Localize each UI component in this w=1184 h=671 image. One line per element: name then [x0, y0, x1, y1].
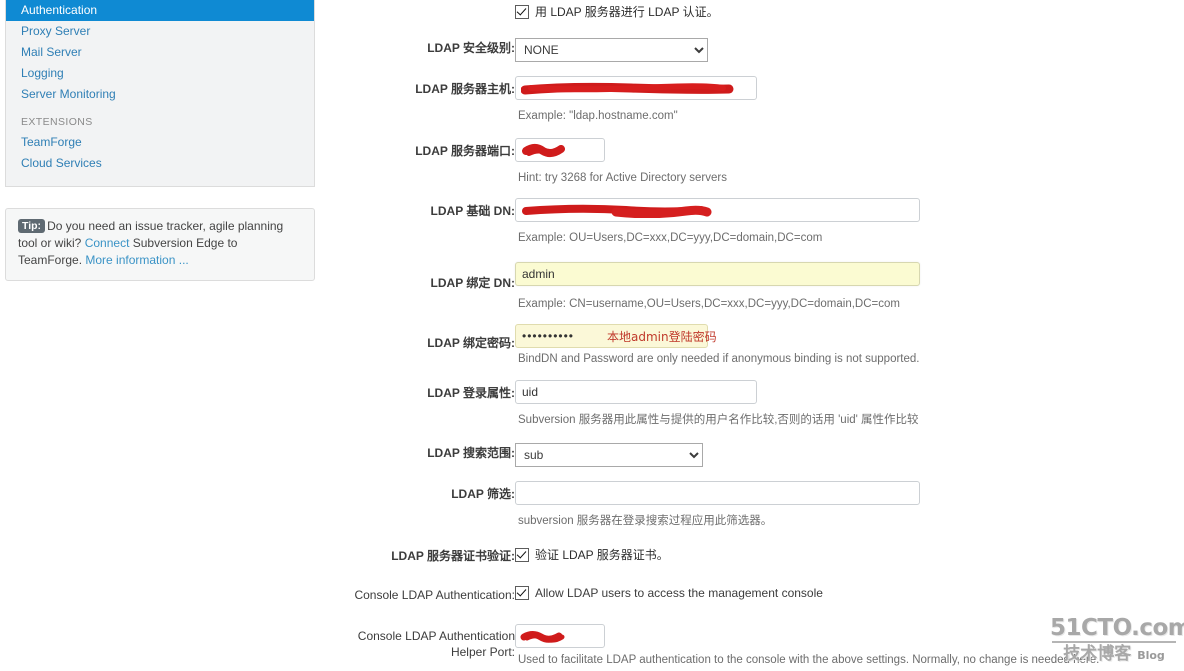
- bind-password-annotation: 本地admin登陆密码: [607, 330, 717, 344]
- console-helper-port-label: Console LDAP Authentication Helper Port:: [215, 628, 515, 660]
- server-port-label: LDAP 服务器端口:: [415, 144, 515, 158]
- bind-password-control: 本地admin登陆密码: [515, 324, 717, 348]
- checkbox-icon: [515, 586, 529, 600]
- filter-label: LDAP 筛选:: [451, 487, 515, 501]
- console-helper-port-help: Used to facilitate LDAP authentication t…: [518, 654, 1100, 666]
- cert-validation-checkbox[interactable]: 验证 LDAP 服务器证书。: [515, 546, 669, 563]
- sidebar-item-proxy-server[interactable]: Proxy Server: [6, 21, 314, 42]
- filter-input[interactable]: [515, 481, 920, 505]
- console-helper-port-input[interactable]: [515, 624, 605, 648]
- bind-password-help: BindDN and Password are only needed if a…: [518, 353, 920, 365]
- filter-help: subversion 服务器在登录搜索过程应用此筛选器。: [518, 515, 773, 527]
- console-auth-checkbox[interactable]: Allow LDAP users to access the managemen…: [515, 586, 823, 600]
- login-attribute-help: Subversion 服务器用此属性与提供的用户名作比较,否则的话用 'uid'…: [518, 414, 919, 426]
- cert-validation-checkbox-label: 验证 LDAP 服务器证书。: [535, 548, 669, 562]
- sidebar-bottom-spacer: [6, 174, 314, 186]
- console-auth-checkbox-label: Allow LDAP users to access the managemen…: [535, 586, 823, 600]
- server-port-input[interactable]: [515, 138, 605, 162]
- base-dn-control: [515, 198, 920, 222]
- console-auth-label: Console LDAP Authentication:: [354, 588, 515, 602]
- login-attribute-input[interactable]: [515, 380, 757, 404]
- server-host-help: Example: "ldap.hostname.com": [518, 110, 678, 122]
- search-scope-select[interactable]: sub: [515, 443, 703, 467]
- bind-dn-help: Example: CN=username,OU=Users,DC=xxx,DC=…: [518, 298, 900, 310]
- checkbox-icon: [515, 4, 529, 19]
- cert-validation-label: LDAP 服务器证书验证:: [391, 549, 515, 563]
- bind-password-label: LDAP 绑定密码:: [427, 336, 515, 350]
- search-scope-label: LDAP 搜索范围:: [427, 446, 515, 460]
- login-attribute-control: [515, 380, 757, 404]
- enable-ldap-checkbox[interactable]: 用 LDAP 服务器进行 LDAP 认证。: [515, 3, 719, 20]
- server-host-input[interactable]: [515, 76, 757, 100]
- server-port-control: [515, 138, 605, 162]
- bind-dn-control: [515, 262, 920, 286]
- server-port-help: Hint: try 3268 for Active Directory serv…: [518, 172, 727, 184]
- server-host-control: [515, 76, 757, 100]
- tip-link-connect[interactable]: Connect: [85, 236, 130, 250]
- base-dn-label: LDAP 基础 DN:: [430, 204, 515, 218]
- watermark-blog-text: Blog: [1137, 649, 1165, 662]
- enable-ldap-label: 用 LDAP 服务器进行 LDAP 认证。: [535, 5, 719, 19]
- security-level-control: NONE: [515, 38, 708, 62]
- console-helper-port-control: [515, 624, 605, 648]
- bind-dn-label: LDAP 绑定 DN:: [430, 276, 515, 290]
- console-helper-port-label-line1: Console LDAP Authentication: [357, 629, 515, 643]
- login-attribute-label: LDAP 登录属性:: [427, 386, 515, 400]
- base-dn-input[interactable]: [515, 198, 920, 222]
- watermark-site-name: 51CTO.com: [1050, 615, 1184, 641]
- sidebar-item-logging[interactable]: Logging: [6, 63, 314, 84]
- bind-dn-input[interactable]: [515, 262, 920, 286]
- search-scope-control: sub: [515, 443, 703, 467]
- tip-link-more-information[interactable]: More information ...: [85, 253, 188, 267]
- checkbox-icon: [515, 547, 529, 562]
- base-dn-help: Example: OU=Users,DC=xxx,DC=yyy,DC=domai…: [518, 232, 823, 244]
- security-level-label: LDAP 安全级别:: [427, 41, 515, 55]
- filter-control: [515, 481, 920, 505]
- sidebar-item-authentication[interactable]: Authentication: [6, 0, 314, 21]
- server-host-label: LDAP 服务器主机:: [415, 82, 515, 96]
- console-helper-port-label-line2: Helper Port:: [450, 645, 515, 659]
- watermark-subtitle: 技术博客 Blog: [1050, 645, 1178, 663]
- watermark-divider: [1052, 641, 1176, 643]
- sidebar-section-extensions: EXTENSIONS: [21, 116, 93, 128]
- tip-badge: Tip:: [18, 219, 46, 233]
- security-level-select[interactable]: NONE: [515, 38, 708, 62]
- watermark: 51CTO.com 技术博客 Blog: [1050, 615, 1184, 663]
- watermark-cn-text: 技术博客: [1063, 644, 1132, 664]
